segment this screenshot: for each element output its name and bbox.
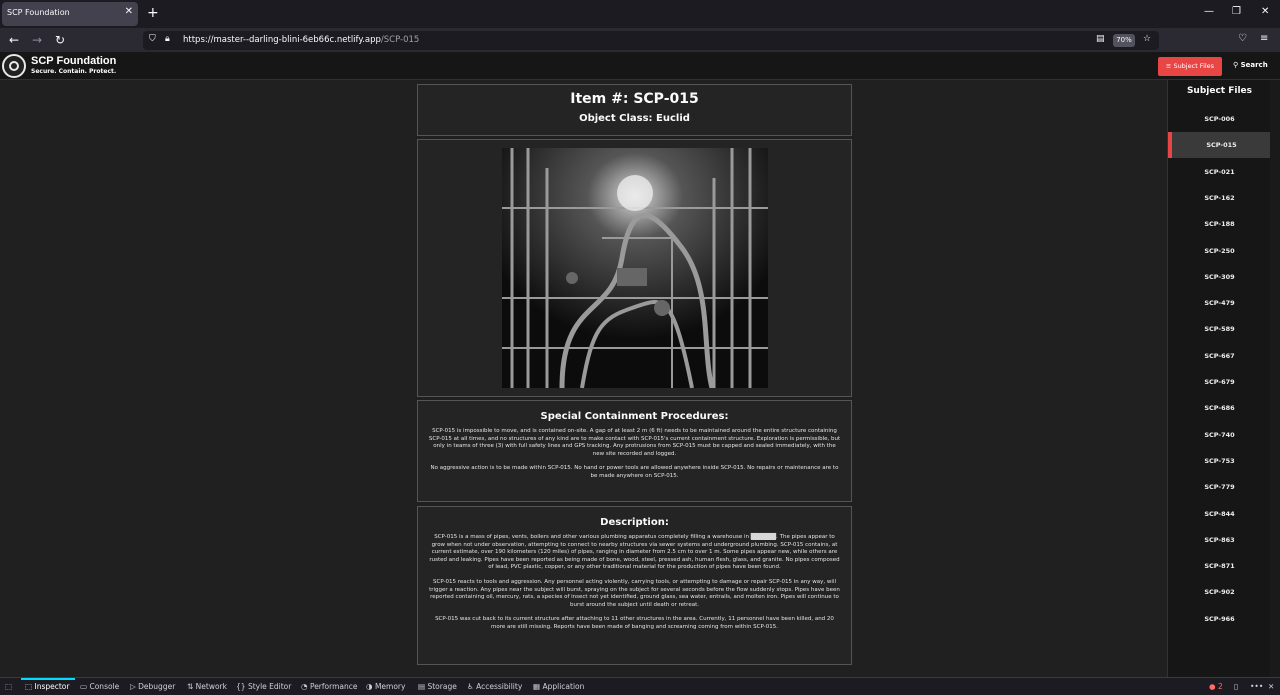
- restore-icon[interactable]: ❐: [1232, 6, 1241, 17]
- sidebar-item-scp-863[interactable]: SCP-863: [1168, 527, 1271, 553]
- containment-card: Special Containment Procedures: SCP-015 …: [417, 400, 852, 502]
- bookmark-star-icon[interactable]: ☆: [1143, 34, 1151, 44]
- sidebar-item-scp-871[interactable]: SCP-871: [1168, 553, 1271, 579]
- containment-paragraph: No aggressive action is to be made withi…: [430, 465, 839, 479]
- item-image-card: [417, 139, 852, 397]
- search-icon: ⚲: [1233, 61, 1239, 69]
- sidebar-item-scp-667[interactable]: SCP-667: [1168, 343, 1271, 369]
- sidebar-item-scp-844[interactable]: SCP-844: [1168, 501, 1271, 527]
- sidebar-item-scp-779[interactable]: SCP-779: [1168, 474, 1271, 500]
- style-editor-icon: {}: [236, 682, 248, 691]
- url-text[interactable]: https://master--darling-blini-6eb66c.net…: [183, 35, 419, 45]
- sidebar-item-scp-740[interactable]: SCP-740: [1168, 422, 1271, 448]
- browser-tab[interactable]: SCP Foundation ✕: [2, 2, 138, 26]
- scp-015-image: [502, 148, 768, 388]
- sidebar-item-scp-188[interactable]: SCP-188: [1168, 211, 1271, 237]
- description-card: Description: SCP-015 is a mass of pipes,…: [417, 506, 852, 665]
- devtools-tab-debugger[interactable]: ▷ Debugger: [130, 682, 175, 691]
- sidebar-item-scp-686[interactable]: SCP-686: [1168, 395, 1271, 421]
- description-paragraph: SCP-015 was cut back to its current stru…: [435, 616, 834, 630]
- memory-icon: ◑: [366, 682, 375, 691]
- browser-tab-bar: SCP Foundation ✕ + — ❐ ✕: [0, 0, 1280, 28]
- sidebar-item-scp-250[interactable]: SCP-250: [1168, 238, 1271, 264]
- lock-icon[interactable]: 🔒︎: [165, 34, 170, 44]
- sidebar-item-scp-021[interactable]: SCP-021: [1168, 159, 1271, 185]
- search-button[interactable]: ⚲ Search: [1233, 61, 1268, 69]
- description-paragraph: SCP-015 is a mass of pipes, vents, boile…: [429, 534, 840, 571]
- devtools-tab-inspector[interactable]: ⬚ Inspector: [25, 682, 69, 691]
- scp-logo-icon[interactable]: [2, 54, 26, 78]
- close-tab-icon[interactable]: ✕: [125, 6, 133, 17]
- network-icon: ⇅: [187, 682, 196, 691]
- redacted-text: ██████: [750, 534, 777, 540]
- sidebar-item-scp-902[interactable]: SCP-902: [1168, 579, 1271, 605]
- devtools-tab-console[interactable]: ▭ Console: [80, 682, 119, 691]
- reader-view-icon[interactable]: ▤: [1096, 34, 1105, 44]
- site-header: SCP Foundation Secure. Contain. Protect.…: [0, 52, 1280, 80]
- item-title: Item #: SCP-015: [570, 91, 699, 107]
- site-tagline: Secure. Contain. Protect.: [31, 68, 117, 75]
- devtools-tab-memory[interactable]: ◑ Memory: [366, 682, 405, 691]
- pick-element-icon[interactable]: ⬚: [5, 682, 12, 691]
- subject-files-button[interactable]: ≡ Subject Files: [1158, 57, 1222, 76]
- sidebar-item-scp-479[interactable]: SCP-479: [1168, 290, 1271, 316]
- close-window-icon[interactable]: ✕: [1261, 6, 1269, 17]
- forward-icon[interactable]: →: [32, 33, 42, 47]
- devtools-toolbar: ⬚ ⬚ Inspector ▭ Console ▷ Debugger ⇅ Networ…: [0, 677, 1280, 695]
- item-header-card: Item #: SCP-015 Object Class: Euclid: [417, 84, 852, 136]
- minimize-icon[interactable]: —: [1204, 6, 1214, 17]
- shield-icon[interactable]: ⛉: [149, 34, 156, 44]
- sidebar-item-scp-589[interactable]: SCP-589: [1168, 316, 1271, 342]
- sidebar-item-scp-309[interactable]: SCP-309: [1168, 264, 1271, 290]
- containment-heading: Special Containment Procedures:: [540, 411, 729, 422]
- sidebar-item-scp-966[interactable]: SCP-966: [1168, 606, 1271, 632]
- site-title[interactable]: SCP Foundation: [31, 56, 116, 67]
- sidebar-title: Subject Files: [1186, 86, 1253, 96]
- pocket-icon[interactable]: ♡: [1238, 33, 1247, 44]
- reload-icon[interactable]: ↻: [55, 33, 65, 47]
- close-devtools-icon[interactable]: ✕: [1268, 682, 1274, 691]
- description-paragraph: SCP-015 reacts to tools and aggression. …: [429, 578, 840, 608]
- debugger-icon: ▷: [130, 682, 139, 691]
- main-content: Item #: SCP-015 Object Class: Euclid Spe…: [0, 80, 1167, 677]
- devtools-tab-style-editor[interactable]: {} Style Editor: [236, 682, 291, 691]
- url-bar[interactable]: ⛉ 🔒︎ https://master--darling-blini-6eb66…: [143, 31, 1159, 50]
- sidebar-scrollbar[interactable]: [1270, 80, 1280, 677]
- accessibility-icon: ♿: [467, 682, 477, 691]
- devtools-tab-network[interactable]: ⇅ Network: [187, 682, 227, 691]
- devtools-tab-accessibility[interactable]: ♿ Accessibility: [467, 682, 522, 691]
- subject-files-sidebar: Subject Files SCP-006 SCP-015 SCP-021 SCP-1…: [1167, 80, 1280, 677]
- more-options-icon[interactable]: •••: [1250, 682, 1263, 691]
- sidebar-item-scp-679[interactable]: SCP-679: [1168, 369, 1271, 395]
- new-tab-icon[interactable]: +: [147, 5, 159, 21]
- browser-tab-title: SCP Foundation: [7, 8, 70, 17]
- back-icon[interactable]: ←: [9, 33, 19, 47]
- sidebar-item-scp-162[interactable]: SCP-162: [1168, 185, 1271, 211]
- sidebar-item-scp-006[interactable]: SCP-006: [1168, 106, 1271, 132]
- object-class: Object Class: Euclid: [579, 113, 690, 124]
- menu-icon[interactable]: ≡: [1260, 33, 1268, 44]
- devtools-tab-application[interactable]: ▦ Application: [533, 682, 584, 691]
- dock-icon[interactable]: ▯: [1234, 682, 1238, 691]
- sidebar-item-scp-753[interactable]: SCP-753: [1168, 448, 1271, 474]
- zoom-level-badge[interactable]: 70%: [1113, 34, 1135, 47]
- performance-icon: ◔: [301, 682, 310, 691]
- containment-paragraph: SCP-015 is impossible to move, and is co…: [428, 428, 841, 457]
- devtools-tab-performance[interactable]: ◔ Performance: [301, 682, 357, 691]
- description-heading: Description:: [600, 517, 669, 528]
- error-count-badge[interactable]: ● 2: [1209, 682, 1223, 691]
- sidebar-item-scp-015[interactable]: SCP-015: [1168, 132, 1271, 159]
- devtools-tab-storage[interactable]: ▤ Storage: [418, 682, 457, 691]
- page-viewport: SCP Foundation Secure. Contain. Protect.…: [0, 52, 1280, 677]
